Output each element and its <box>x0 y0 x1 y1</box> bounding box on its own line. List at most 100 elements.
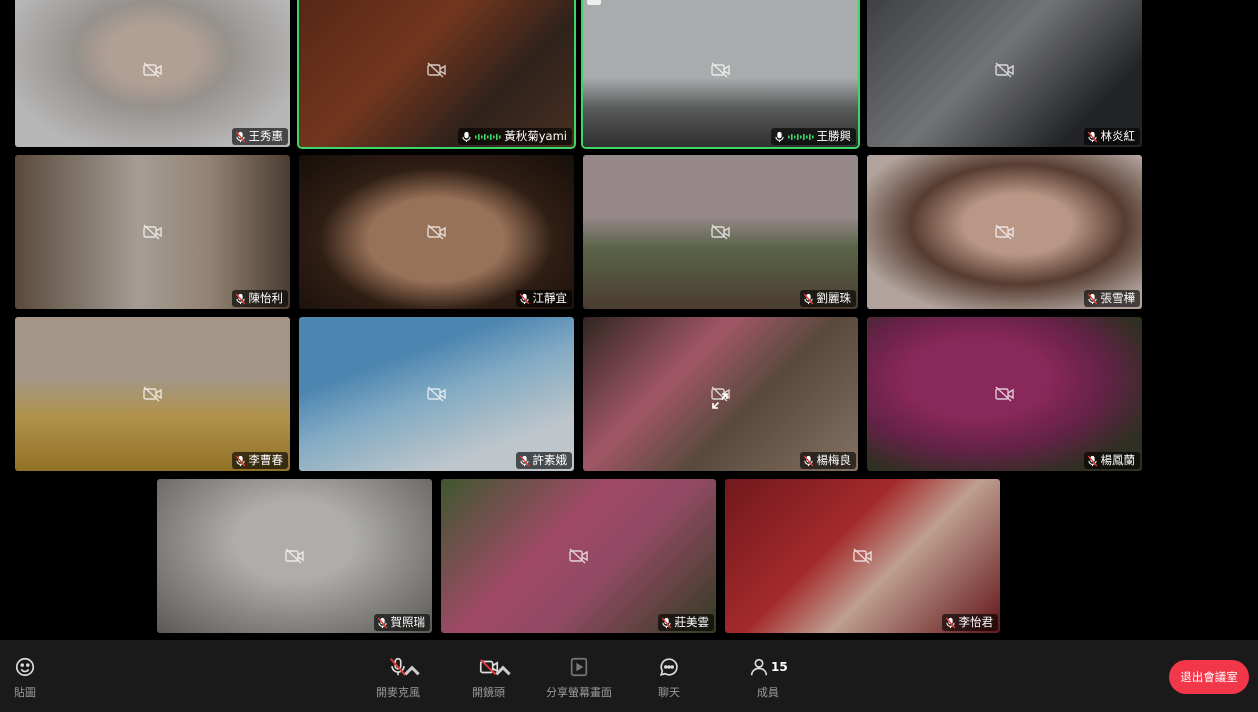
camera-off-icon <box>142 386 162 402</box>
participant-nametag: 賀照瑞 <box>373 614 430 631</box>
participant-tile[interactable]: 李曹春 <box>13 315 292 473</box>
share-screen-icon <box>568 654 590 680</box>
participant-name: 楊鳳蘭 <box>1100 453 1136 467</box>
person-icon <box>750 658 768 676</box>
camera-off-icon <box>994 386 1014 402</box>
participant-tile[interactable]: 許素娥 <box>297 315 576 473</box>
participant-tile[interactable]: 賀照瑞 <box>155 477 434 635</box>
camera-off-icon <box>710 224 730 240</box>
mic-icon <box>774 131 784 142</box>
mic-muted-icon <box>377 617 387 628</box>
participant-tile[interactable]: 陳怡利 <box>13 153 292 311</box>
camera-options-caret-icon[interactable] <box>492 660 514 682</box>
participant-name: 李怡君 <box>958 615 994 629</box>
share-screen-button[interactable]: 分享螢幕畫面 <box>546 654 612 702</box>
participant-tile[interactable]: 楊鳳蘭 <box>865 315 1144 473</box>
participant-tile[interactable]: 王勝興 <box>581 0 860 149</box>
participant-tile[interactable]: 張雪樺 <box>865 153 1144 311</box>
participant-nametag: 許素娥 <box>515 452 572 469</box>
leave-meeting-button[interactable]: 退出會議室 <box>1169 660 1249 694</box>
members-label: 成員 <box>756 686 779 699</box>
participant-tile[interactable]: 楊梅良 <box>581 315 860 473</box>
participant-tile[interactable]: 李怡君 <box>723 477 1002 635</box>
mic-muted-icon <box>1087 293 1097 304</box>
participant-tile[interactable]: 劉麗珠 <box>581 153 860 311</box>
participant-nametag: 林炎紅 <box>1083 128 1140 145</box>
camera-off-icon <box>426 62 446 78</box>
mic-muted-icon <box>1087 455 1097 466</box>
chat-label: 聊天 <box>658 686 680 699</box>
participant-name: 黃秋菊yami <box>504 129 567 143</box>
audio-level-icon <box>475 133 501 140</box>
camera-off-icon <box>994 62 1014 78</box>
participant-name: 許素娥 <box>532 453 568 467</box>
mic-muted-icon <box>519 455 529 466</box>
participant-name: 張雪樺 <box>1100 291 1136 305</box>
participant-nametag: 劉麗珠 <box>799 290 856 307</box>
mic-muted-icon <box>803 293 813 304</box>
camera-off-icon <box>426 224 446 240</box>
mic-muted-icon <box>803 455 813 466</box>
video-grid: 王秀惠 黃秋菊yami 王勝興 林炎紅 陳怡利 江靜宜 劉麗珠 張雪樺 李曹春 … <box>0 0 1258 640</box>
mic-label: 開麥克風 <box>376 686 420 699</box>
participant-name: 賀照瑞 <box>390 615 426 629</box>
participant-nametag: 李曹春 <box>231 452 288 469</box>
members-button[interactable]: 15 成員 <box>748 654 788 702</box>
participant-name: 王秀惠 <box>248 129 284 143</box>
participant-tile[interactable]: 王秀惠 <box>13 0 292 149</box>
chat-button[interactable]: 聊天 <box>658 654 680 702</box>
mic-muted-icon <box>1087 131 1097 142</box>
mic-muted-icon <box>235 131 245 142</box>
camera-label: 開鏡頭 <box>472 686 505 699</box>
mic-options-caret-icon[interactable] <box>401 660 423 682</box>
participant-name: 陳怡利 <box>248 291 284 305</box>
participant-name: 林炎紅 <box>1100 129 1136 143</box>
participant-nametag: 江靜宜 <box>515 290 572 307</box>
participant-name: 王勝興 <box>816 129 852 143</box>
participant-nametag: 楊梅良 <box>799 452 856 469</box>
participant-name: 莊美雲 <box>674 615 710 629</box>
mic-icon <box>462 131 471 142</box>
mic-muted-icon <box>945 617 955 628</box>
participant-name: 江靜宜 <box>532 291 568 305</box>
mic-button[interactable]: 開麥克風 <box>376 654 420 702</box>
participant-nametag: 莊美雲 <box>657 614 714 631</box>
participant-name: 楊梅良 <box>816 453 852 467</box>
camera-off-icon <box>478 654 511 680</box>
meeting-window: 王秀惠 黃秋菊yami 王勝興 林炎紅 陳怡利 江靜宜 劉麗珠 張雪樺 李曹春 … <box>0 0 1258 712</box>
mic-off-icon <box>387 654 420 680</box>
members-count: 15 <box>771 660 788 674</box>
participant-nametag: 張雪樺 <box>1083 290 1140 307</box>
sticker-label: 貼圖 <box>14 686 36 699</box>
participant-name: 劉麗珠 <box>816 291 852 305</box>
mic-muted-icon <box>235 455 245 466</box>
chat-icon <box>658 654 680 680</box>
participant-tile[interactable]: 黃秋菊yami <box>297 0 576 149</box>
smiley-icon <box>14 654 36 680</box>
participant-nametag: 楊鳳蘭 <box>1083 452 1140 469</box>
participant-tile[interactable]: 林炎紅 <box>865 0 1144 149</box>
mic-muted-icon <box>235 293 245 304</box>
camera-off-icon <box>852 548 872 564</box>
camera-button[interactable]: 開鏡頭 <box>472 654 511 702</box>
meeting-toolbar: 貼圖 開麥克風 開鏡頭 分享螢幕畫面 聊天 15 成員 <box>0 640 1258 712</box>
participant-tile[interactable]: 江靜宜 <box>297 153 576 311</box>
audio-level-icon <box>787 133 814 140</box>
camera-off-icon <box>142 62 162 78</box>
camera-off-icon <box>142 224 162 240</box>
share-screen-label: 分享螢幕畫面 <box>546 686 612 699</box>
camera-off-icon <box>994 224 1014 240</box>
participant-nametag: 黃秋菊yami <box>458 128 572 145</box>
participant-nametag: 陳怡利 <box>231 290 288 307</box>
camera-off-icon <box>710 62 730 78</box>
participant-nametag: 王秀惠 <box>231 128 288 145</box>
members-icon-group: 15 <box>748 654 788 680</box>
camera-off-icon <box>710 386 730 402</box>
camera-off-icon <box>568 548 588 564</box>
participant-nametag: 王勝興 <box>770 128 856 145</box>
sticker-button[interactable]: 貼圖 <box>14 654 36 702</box>
camera-off-icon <box>426 386 446 402</box>
participant-tile[interactable]: 莊美雲 <box>439 477 718 635</box>
screen-share-badge-icon <box>587 0 601 5</box>
mic-muted-icon <box>661 617 671 628</box>
